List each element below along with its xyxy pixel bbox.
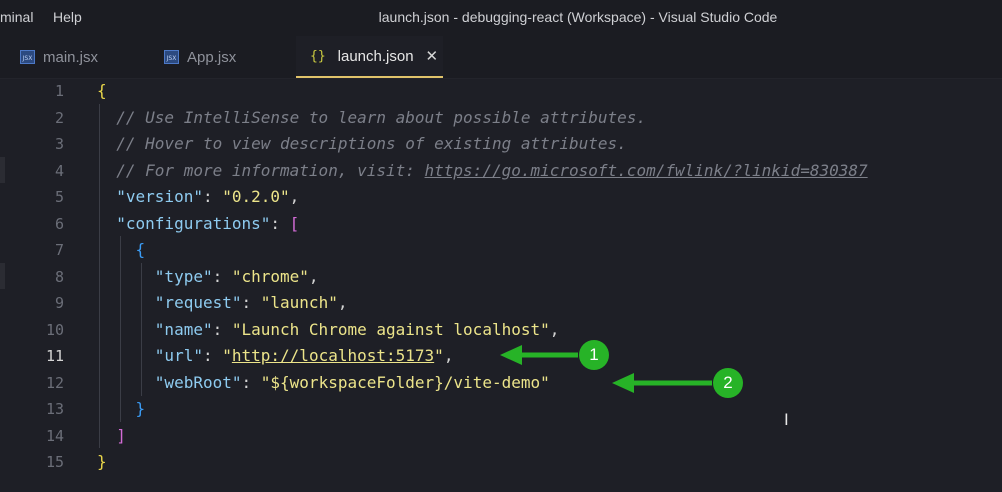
annotation-arrow-2 <box>612 373 712 393</box>
annotation-badge-1: 1 <box>579 340 609 370</box>
text-cursor-icon: I <box>784 410 789 429</box>
annotation-arrow-1 <box>500 345 578 365</box>
annotation-badge-2: 2 <box>713 368 743 398</box>
annotation-layer <box>500 345 712 393</box>
